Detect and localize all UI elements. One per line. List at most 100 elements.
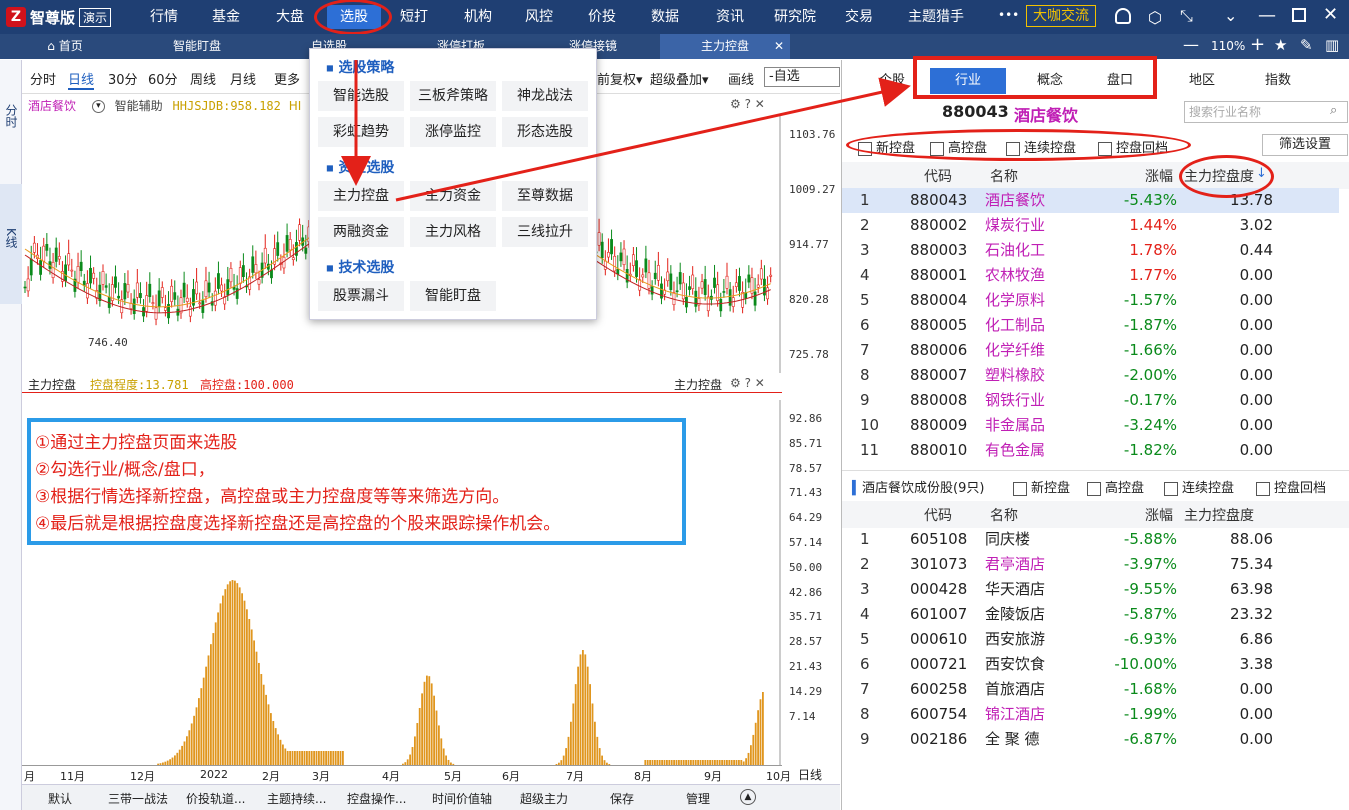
edit-icon[interactable]: ✎ xyxy=(1300,36,1313,54)
menu-item[interactable]: 主题猎手 xyxy=(898,0,974,34)
dropdown-item[interactable]: 主力资金 xyxy=(410,181,496,211)
layout-icon[interactable]: ▥ xyxy=(1325,36,1339,54)
menu-item[interactable]: 价投 xyxy=(575,0,629,34)
dropdown-icon[interactable]: ▾ xyxy=(91,100,105,113)
dropdown-item[interactable]: 智能选股 xyxy=(318,81,404,111)
column-header[interactable]: 涨幅 xyxy=(1145,505,1173,525)
column-header[interactable]: 名称 xyxy=(990,505,1018,525)
help-icon[interactable]: ? xyxy=(745,97,751,111)
collapse-icon[interactable]: ▲ xyxy=(740,789,756,805)
column-header[interactable]: 涨幅 xyxy=(1145,166,1173,186)
view-kline[interactable]: K线 xyxy=(3,228,20,248)
table-row[interactable]: 7 600258 首旅酒店 -1.68% 0.00 xyxy=(842,677,1339,702)
table-row[interactable]: 8 880007 塑料橡胶 -2.00% 0.00 xyxy=(842,363,1339,388)
table-row[interactable]: 11 880010 有色金属 -1.82% 0.00 xyxy=(842,438,1339,463)
indicator-template[interactable]: 价投轨道... xyxy=(186,790,245,807)
menu-item[interactable]: 风控 xyxy=(513,0,565,34)
exchange-button[interactable]: 大咖交流 xyxy=(1026,5,1096,27)
close-icon[interactable]: ✕ xyxy=(1323,4,1338,25)
combo-select[interactable]: -自选 xyxy=(764,67,840,87)
sector-search-input[interactable]: 搜索行业名称 xyxy=(1184,101,1348,123)
table-row[interactable]: 3 000428 华天酒店 -9.55% 63.98 xyxy=(842,577,1339,602)
star-icon[interactable]: ★ xyxy=(1274,36,1287,54)
filter-checkbox[interactable]: 控盘回档 xyxy=(1256,477,1326,496)
table-row[interactable]: 7 880006 化学纤维 -1.66% 0.00 xyxy=(842,338,1339,363)
maximize-icon[interactable] xyxy=(1292,8,1306,22)
table-row[interactable]: 6 880005 化工制品 -1.87% 0.00 xyxy=(842,313,1339,338)
indicator-template[interactable]: 超级主力 xyxy=(520,790,568,807)
table-row[interactable]: 5 880004 化学原料 -1.57% 0.00 xyxy=(842,288,1339,313)
filter-checkbox[interactable]: 新控盘 xyxy=(1013,477,1070,496)
filter-settings-button[interactable]: 筛选设置 xyxy=(1262,134,1348,156)
indicator-template[interactable]: 默认 xyxy=(48,790,72,807)
dropdown-item[interactable]: 智能盯盘 xyxy=(410,281,496,311)
zoom-out-icon[interactable]: — xyxy=(1183,35,1199,54)
settings-icon[interactable]: ⬡ xyxy=(1148,8,1162,27)
minimize-icon[interactable]: — xyxy=(1258,5,1276,26)
indicator-template[interactable]: 三带一战法 xyxy=(108,790,168,807)
dropdown-item[interactable]: 至尊数据 xyxy=(502,181,588,211)
period-daily[interactable]: 日线 xyxy=(68,69,95,90)
table-row[interactable]: 9 880008 钢铁行业 -0.17% 0.00 xyxy=(842,388,1339,413)
dropdown-item[interactable]: 形态选股 xyxy=(502,117,588,147)
dropdown-item[interactable]: 股票漏斗 xyxy=(318,281,404,311)
sector-tab[interactable]: 指数 xyxy=(1238,68,1318,94)
overlay-select[interactable]: 超级叠加▾ xyxy=(650,69,709,88)
indicator-template[interactable]: 管理 xyxy=(686,790,710,807)
help-icon[interactable]: ? xyxy=(745,376,751,390)
fuquan-select[interactable]: 前复权▾ xyxy=(597,69,643,88)
checkbox[interactable] xyxy=(1164,481,1178,496)
table-row[interactable]: 2 880002 煤炭行业 1.44% 3.02 xyxy=(842,213,1339,238)
dropdown-item[interactable]: 彩虹趋势 xyxy=(318,117,404,147)
table-row[interactable]: 8 600754 锦江酒店 -1.99% 0.00 xyxy=(842,702,1339,727)
column-header[interactable]: 代码 xyxy=(924,505,952,525)
column-header[interactable]: 代码 xyxy=(924,166,952,186)
checkbox[interactable] xyxy=(1256,481,1270,496)
menu-item[interactable]: 交易 xyxy=(836,0,882,34)
period-60min[interactable]: 60分 xyxy=(148,69,178,88)
period-weekly[interactable]: 周线 xyxy=(190,69,216,88)
dropdown-item[interactable]: 主力控盘 xyxy=(318,181,404,211)
menu-item[interactable]: 数据 xyxy=(637,0,693,34)
table-row[interactable]: 4 880001 农林牧渔 1.77% 0.00 xyxy=(842,263,1339,288)
close-panel-icon[interactable]: ✕ xyxy=(755,376,765,390)
column-header[interactable]: 主力控盘度 xyxy=(1184,505,1254,525)
dropdown-item[interactable]: 神龙战法 xyxy=(502,81,588,111)
dropdown-item[interactable]: 主力风格 xyxy=(410,217,496,247)
period-monthly[interactable]: 月线 xyxy=(230,69,256,88)
table-row[interactable]: 9 002186 全 聚 德 -6.87% 0.00 xyxy=(842,727,1339,752)
tab-main-control[interactable]: 主力控盘 ✕ xyxy=(660,34,790,59)
indicator-template[interactable]: 控盘操作... xyxy=(347,790,406,807)
table-row[interactable]: 1 880043 酒店餐饮 -5.43% 13.78 xyxy=(842,188,1339,213)
tab-close-icon[interactable]: ✕ xyxy=(774,34,784,59)
checkbox[interactable] xyxy=(1013,481,1027,496)
tab-smart-watch[interactable]: 智能盯盘 xyxy=(132,34,262,59)
close-panel-icon[interactable]: ✕ xyxy=(755,97,765,111)
table-row[interactable]: 4 601007 金陵饭店 -5.87% 23.32 xyxy=(842,602,1339,627)
period-30min[interactable]: 30分 xyxy=(108,69,138,88)
table-row[interactable]: 6 000721 西安饮食 -10.00% 3.38 xyxy=(842,652,1339,677)
checkbox[interactable] xyxy=(1087,481,1101,496)
search-icon[interactable]: ⌕ xyxy=(1330,103,1337,118)
column-header[interactable]: 名称 xyxy=(990,166,1018,186)
indicator-template[interactable]: 时间价值轴 xyxy=(432,790,492,807)
dropdown-item[interactable]: 三线拉升 xyxy=(502,217,588,247)
period-more[interactable]: 更多 xyxy=(274,69,300,88)
dropdown-item[interactable]: 涨停监控 xyxy=(410,117,496,147)
menu-item[interactable]: 短打 xyxy=(388,0,440,34)
indicator-template[interactable]: 主题持续... xyxy=(267,790,326,807)
menu-item[interactable]: 大盘 xyxy=(264,0,316,34)
indicator-template[interactable]: 保存 xyxy=(610,790,634,807)
more-menu-icon[interactable]: ••• xyxy=(998,8,1019,22)
table-row[interactable]: 2 301073 君亭酒店 -3.97% 75.34 xyxy=(842,552,1339,577)
menu-item[interactable]: 研究院 xyxy=(764,0,826,34)
menu-item[interactable]: 行情 xyxy=(140,0,188,34)
filter-checkbox[interactable]: 连续控盘 xyxy=(1164,477,1234,496)
gear-icon[interactable]: ⚙ xyxy=(730,376,741,390)
dropdown-item[interactable]: 两融资金 xyxy=(318,217,404,247)
dropdown-item[interactable]: 三板斧策略 xyxy=(410,81,496,111)
menu-item[interactable]: 机构 xyxy=(451,0,505,34)
shrink-icon[interactable]: ⤡ xyxy=(1180,6,1193,26)
period-timeshare[interactable]: 分时 xyxy=(30,69,56,88)
sector-tab[interactable]: 地区 xyxy=(1166,68,1238,94)
